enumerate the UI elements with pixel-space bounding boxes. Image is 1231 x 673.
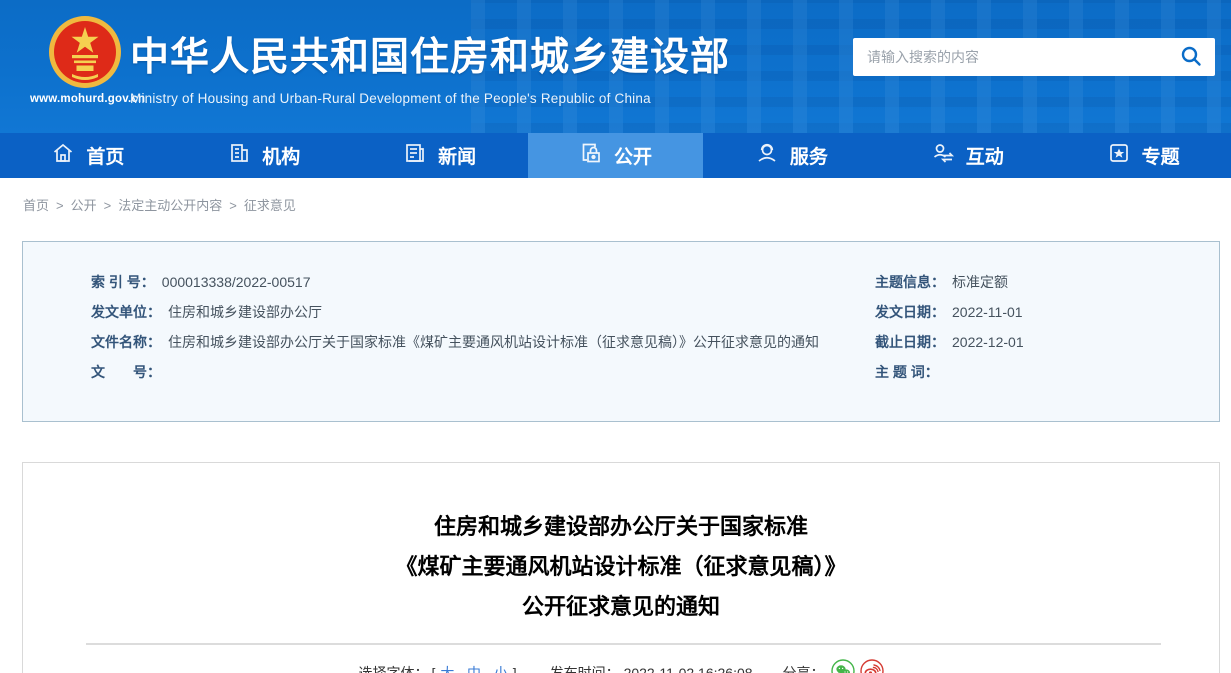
wechat-icon[interactable]: [830, 659, 855, 673]
home-icon: [51, 141, 75, 171]
info-row-deadline: 截止日期： 2022-12-01: [875, 327, 1219, 357]
document-number-value: [161, 357, 168, 387]
national-emblem-icon: [30, 14, 140, 90]
nav-label: 专题: [1141, 147, 1180, 168]
nav-item-service[interactable]: 服务: [703, 133, 879, 178]
info-row-issuing-unit: 发文单位： 住房和城乡建设部办公厅: [91, 297, 861, 327]
info-label: 索 引 号：: [91, 274, 155, 290]
document-info-card: 索 引 号： 000013338/2022-00517 发文单位： 住房和城乡建…: [22, 241, 1220, 422]
nav-item-home[interactable]: 首页: [0, 133, 176, 178]
info-label: 发文单位：: [91, 304, 161, 320]
special-topics-icon: [1107, 141, 1131, 171]
title-divider: [86, 643, 1161, 645]
search-icon: [1180, 45, 1202, 70]
weibo-icon[interactable]: [859, 659, 884, 673]
info-label: 文件名称：: [91, 334, 161, 350]
site-url: www.mohurd.gov.cn: [30, 93, 146, 105]
nav-item-disclosure[interactable]: 公开: [527, 133, 704, 178]
breadcrumb-statutory-disclosure[interactable]: 法定主动公开内容: [118, 198, 222, 213]
issuing-unit-value: 住房和城乡建设部办公厅: [168, 304, 322, 320]
info-row-document-name: 文件名称： 住房和城乡建设部办公厅关于国家标准《煤矿主要通风机站设计标准（征求意…: [91, 327, 861, 357]
nav-item-news[interactable]: 新闻: [352, 133, 528, 178]
nav-label: 互动: [965, 147, 1004, 168]
info-row-keywords: 主 题 词：: [875, 357, 1219, 387]
nav-item-special-topics[interactable]: 专题: [1055, 133, 1231, 178]
breadcrumb: 首页 > 公开 > 法定主动公开内容 > 征求意见: [23, 198, 296, 213]
info-label: 截止日期：: [875, 334, 945, 350]
nav-label: 首页: [86, 147, 125, 168]
article-title-line: 《煤矿主要通风机站设计标准（征求意见稿）》: [395, 554, 847, 579]
search-input[interactable]: [853, 38, 1167, 76]
organization-icon: [227, 141, 251, 171]
deadline-value: 2022-12-01: [952, 334, 1024, 350]
search-button[interactable]: [1167, 38, 1215, 76]
info-label: 主题信息：: [875, 274, 945, 290]
breadcrumb-current: 征求意见: [243, 198, 296, 213]
article-meta-bar: 选择字体： [ 大 - 中 - 小 ] 发布时间： 2022-11-02 16:…: [23, 659, 1219, 673]
nav-item-interaction[interactable]: 互动: [879, 133, 1055, 178]
publish-time-value: 2022-11-02 16:26:08: [623, 664, 753, 673]
font-size-small[interactable]: 小: [494, 663, 508, 673]
info-row-issue-date: 发文日期： 2022-11-01: [875, 297, 1219, 327]
index-number-value: 000013338/2022-00517: [161, 274, 311, 290]
service-icon: [755, 141, 779, 171]
issue-date-value: 2022-11-01: [952, 304, 1023, 320]
info-row-document-number: 文 号：: [91, 357, 861, 387]
info-label: 发文日期：: [875, 304, 945, 320]
topic-info-value: 标准定额: [952, 274, 1008, 290]
nav-label: 公开: [614, 147, 653, 168]
keywords-value: [939, 357, 946, 387]
site-header: www.mohurd.gov.cn 中华人民共和国住房和城乡建设部 Minist…: [0, 0, 1231, 133]
main-nav: 首页 机构 新闻 公开 服务 互动 专题: [0, 133, 1231, 178]
publish-time-label: 发布时间：: [549, 664, 620, 673]
site-logo: www.mohurd.gov.cn: [30, 14, 146, 105]
document-name-value: 住房和城乡建设部办公厅关于国家标准《煤矿主要通风机站设计标准（征求意见稿）》公开…: [168, 334, 819, 350]
disclosure-icon: [579, 141, 603, 171]
breadcrumb-disclosure[interactable]: 公开: [71, 198, 97, 213]
font-select-label: 选择字体：: [358, 664, 429, 673]
info-row-index-number: 索 引 号： 000013338/2022-00517: [91, 267, 861, 297]
info-row-topic-info: 主题信息： 标准定额: [875, 267, 1219, 297]
site-title: 中华人民共和国住房和城乡建设部: [130, 36, 731, 79]
nav-item-organization[interactable]: 机构: [176, 133, 352, 178]
share-label: 分享：: [782, 664, 825, 673]
nav-label: 新闻: [438, 147, 477, 168]
news-icon: [403, 141, 427, 171]
nav-label: 服务: [789, 147, 828, 168]
search-box: [853, 38, 1215, 76]
nav-label: 机构: [262, 147, 301, 168]
article-title-line: 公开征求意见的通知: [521, 594, 720, 619]
article-title: 住房和城乡建设部办公厅关于国家标准 《煤矿主要通风机站设计标准（征求意见稿）》 …: [23, 507, 1219, 627]
info-label: 文 号：: [91, 364, 161, 380]
font-size-medium[interactable]: 中: [467, 663, 481, 673]
info-label: 主 题 词：: [875, 364, 939, 380]
interaction-icon: [931, 141, 955, 171]
article-title-line: 住房和城乡建设部办公厅关于国家标准: [433, 514, 808, 539]
site-subtitle: Ministry of Housing and Urban-Rural Deve…: [130, 91, 651, 106]
breadcrumb-home[interactable]: 首页: [23, 198, 49, 213]
font-size-large[interactable]: 大: [440, 663, 454, 673]
article-card: 住房和城乡建设部办公厅关于国家标准 《煤矿主要通风机站设计标准（征求意见稿）》 …: [22, 462, 1220, 673]
